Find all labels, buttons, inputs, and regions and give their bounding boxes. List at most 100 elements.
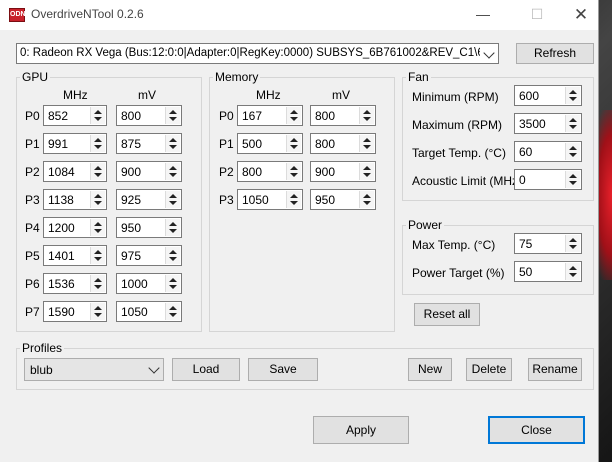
- arrow-down-icon[interactable]: [94, 257, 102, 261]
- spin-buttons[interactable]: [359, 107, 374, 124]
- spin-buttons[interactable]: [286, 107, 301, 124]
- gpu-p3-mhz-input[interactable]: 1138: [43, 189, 107, 210]
- arrow-down-icon[interactable]: [569, 181, 577, 185]
- spin-buttons[interactable]: [286, 191, 301, 208]
- gpu-p6-mhz-input[interactable]: 1536: [43, 273, 107, 294]
- arrow-down-icon[interactable]: [94, 229, 102, 233]
- memory-p0-mhz-input[interactable]: 167: [237, 105, 303, 126]
- memory-p2-mv-input[interactable]: 900: [310, 161, 376, 182]
- arrow-up-icon[interactable]: [169, 138, 177, 142]
- window-close-button[interactable]: ✕: [558, 0, 604, 30]
- spin-buttons[interactable]: [565, 115, 580, 132]
- memory-p1-mhz-input[interactable]: 500: [237, 133, 303, 154]
- arrow-down-icon[interactable]: [94, 285, 102, 289]
- rename-profile-button[interactable]: Rename: [528, 358, 582, 381]
- arrow-down-icon[interactable]: [569, 125, 577, 129]
- arrow-up-icon[interactable]: [169, 278, 177, 282]
- arrow-up-icon[interactable]: [94, 110, 102, 114]
- spin-buttons[interactable]: [165, 135, 180, 152]
- gpu-p0-mhz-input[interactable]: 852: [43, 105, 107, 126]
- spin-buttons[interactable]: [165, 107, 180, 124]
- gpu-p0-mv-input[interactable]: 800: [116, 105, 182, 126]
- spin-buttons[interactable]: [90, 163, 105, 180]
- arrow-up-icon[interactable]: [94, 138, 102, 142]
- arrow-up-icon[interactable]: [94, 306, 102, 310]
- fan-field-input-2[interactable]: 60: [514, 141, 582, 162]
- spin-buttons[interactable]: [90, 191, 105, 208]
- gpu-p1-mhz-input[interactable]: 991: [43, 133, 107, 154]
- arrow-down-icon[interactable]: [569, 273, 577, 277]
- memory-p2-mhz-input[interactable]: 800: [237, 161, 303, 182]
- arrow-down-icon[interactable]: [169, 201, 177, 205]
- arrow-up-icon[interactable]: [569, 174, 577, 178]
- refresh-button[interactable]: Refresh: [516, 43, 594, 64]
- arrow-up-icon[interactable]: [169, 194, 177, 198]
- power-field-input-1[interactable]: 50: [514, 261, 582, 282]
- arrow-up-icon[interactable]: [169, 250, 177, 254]
- gpu-p6-mv-input[interactable]: 1000: [116, 273, 182, 294]
- arrow-down-icon[interactable]: [94, 117, 102, 121]
- arrow-up-icon[interactable]: [169, 306, 177, 310]
- arrow-down-icon[interactable]: [169, 257, 177, 261]
- arrow-up-icon[interactable]: [569, 266, 577, 270]
- arrow-down-icon[interactable]: [169, 145, 177, 149]
- new-profile-button[interactable]: New: [408, 358, 452, 381]
- arrow-up-icon[interactable]: [94, 250, 102, 254]
- arrow-down-icon[interactable]: [94, 173, 102, 177]
- arrow-up-icon[interactable]: [569, 146, 577, 150]
- spin-buttons[interactable]: [90, 303, 105, 320]
- memory-p3-mv-input[interactable]: 950: [310, 189, 376, 210]
- spin-buttons[interactable]: [165, 219, 180, 236]
- arrow-up-icon[interactable]: [290, 110, 298, 114]
- arrow-up-icon[interactable]: [94, 278, 102, 282]
- arrow-down-icon[interactable]: [94, 145, 102, 149]
- arrow-up-icon[interactable]: [569, 118, 577, 122]
- gpu-p2-mv-input[interactable]: 900: [116, 161, 182, 182]
- fan-field-input-1[interactable]: 3500: [514, 113, 582, 134]
- save-profile-button[interactable]: Save: [248, 358, 318, 381]
- spin-buttons[interactable]: [90, 275, 105, 292]
- spin-buttons[interactable]: [165, 303, 180, 320]
- gpu-p5-mv-input[interactable]: 975: [116, 245, 182, 266]
- spin-buttons[interactable]: [565, 171, 580, 188]
- memory-p3-mhz-input[interactable]: 1050: [237, 189, 303, 210]
- apply-button[interactable]: Apply: [313, 416, 409, 444]
- gpu-p2-mhz-input[interactable]: 1084: [43, 161, 107, 182]
- spin-buttons[interactable]: [565, 87, 580, 104]
- arrow-down-icon[interactable]: [290, 173, 298, 177]
- spin-buttons[interactable]: [90, 135, 105, 152]
- reset-all-button[interactable]: Reset all: [414, 303, 480, 326]
- arrow-down-icon[interactable]: [363, 117, 371, 121]
- arrow-down-icon[interactable]: [169, 285, 177, 289]
- arrow-up-icon[interactable]: [290, 194, 298, 198]
- arrow-down-icon[interactable]: [290, 201, 298, 205]
- spin-buttons[interactable]: [565, 263, 580, 280]
- memory-p1-mv-input[interactable]: 800: [310, 133, 376, 154]
- gpu-p3-mv-input[interactable]: 925: [116, 189, 182, 210]
- arrow-up-icon[interactable]: [169, 222, 177, 226]
- arrow-down-icon[interactable]: [569, 245, 577, 249]
- arrow-up-icon[interactable]: [569, 90, 577, 94]
- spin-buttons[interactable]: [165, 191, 180, 208]
- gpu-p4-mhz-input[interactable]: 1200: [43, 217, 107, 238]
- arrow-up-icon[interactable]: [94, 166, 102, 170]
- spin-buttons[interactable]: [165, 247, 180, 264]
- arrow-up-icon[interactable]: [363, 110, 371, 114]
- spin-buttons[interactable]: [286, 135, 301, 152]
- power-field-input-0[interactable]: 75: [514, 233, 582, 254]
- arrow-down-icon[interactable]: [94, 201, 102, 205]
- minimize-button[interactable]: —: [460, 0, 506, 30]
- arrow-up-icon[interactable]: [363, 194, 371, 198]
- gpu-p1-mv-input[interactable]: 875: [116, 133, 182, 154]
- spin-buttons[interactable]: [165, 163, 180, 180]
- device-select[interactable]: 0: Radeon RX Vega (Bus:12:0:0|Adapter:0|…: [16, 43, 499, 64]
- arrow-down-icon[interactable]: [363, 201, 371, 205]
- spin-buttons[interactable]: [359, 191, 374, 208]
- spin-buttons[interactable]: [359, 163, 374, 180]
- gpu-p5-mhz-input[interactable]: 1401: [43, 245, 107, 266]
- arrow-down-icon[interactable]: [169, 117, 177, 121]
- arrow-down-icon[interactable]: [363, 145, 371, 149]
- memory-p0-mv-input[interactable]: 800: [310, 105, 376, 126]
- spin-buttons[interactable]: [165, 275, 180, 292]
- arrow-down-icon[interactable]: [569, 97, 577, 101]
